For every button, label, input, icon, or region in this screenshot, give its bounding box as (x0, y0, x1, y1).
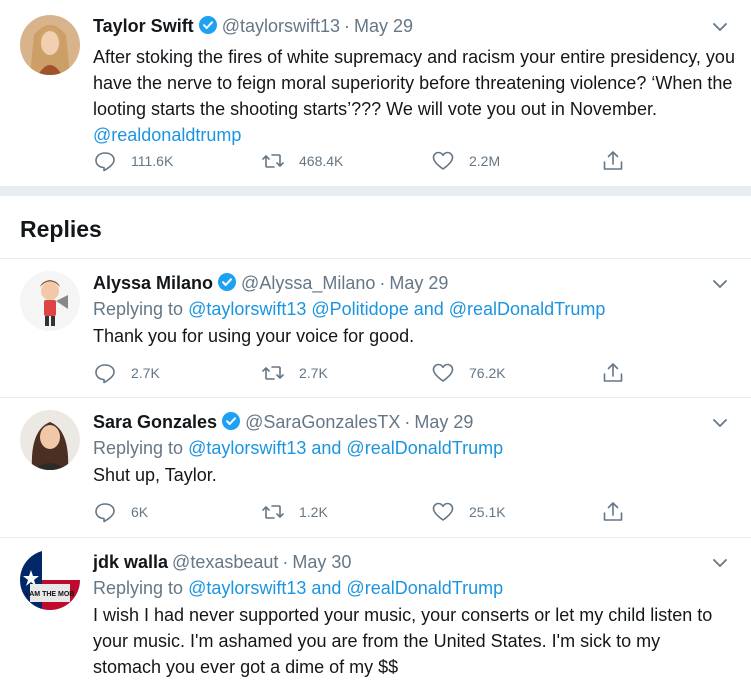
retweet-button[interactable]: 1.2K (261, 500, 328, 524)
section-divider (0, 186, 751, 196)
replying-to-mentions[interactable]: @taylorswift13 and @realDonaldTrump (188, 438, 503, 458)
tweet-header: jdk walla @texasbeaut · May 30 (93, 550, 351, 574)
replying-to: Replying to @taylorswift13 and @realDona… (93, 576, 503, 600)
tweet-actions: 6K 1.2K 25.1K (93, 500, 633, 524)
separator-dot: · (404, 412, 411, 432)
chevron-down-icon[interactable] (711, 414, 729, 432)
chevron-down-icon[interactable] (711, 18, 729, 36)
tweet-text: After stoking the fires of white suprema… (93, 44, 738, 148)
replying-to-label: Replying to (93, 578, 184, 598)
separator-dot: · (344, 16, 350, 36)
tweet-header: Sara Gonzales @SaraGonzalesTX · May 29 (93, 410, 473, 437)
reply-icon (95, 152, 115, 172)
author-name[interactable]: Taylor Swift (93, 16, 194, 36)
tweet-date[interactable]: May 29 (414, 412, 473, 432)
tweet-date[interactable]: May 29 (354, 16, 413, 36)
verified-badge-icon (198, 15, 218, 41)
verified-badge-icon (221, 411, 241, 437)
author-name[interactable]: jdk walla (93, 552, 168, 572)
avatar-label: I AM THE MOB (26, 591, 75, 598)
like-count: 76.2K (469, 365, 506, 381)
share-button[interactable] (601, 500, 639, 524)
share-icon (603, 502, 623, 521)
like-count: 25.1K (469, 504, 506, 520)
retweet-button[interactable]: 2.7K (261, 361, 328, 385)
tweet-header: Alyssa Milano @Alyssa_Milano · May 29 (93, 271, 448, 298)
replying-to: Replying to @taylorswift13 @Politidope a… (93, 297, 605, 321)
reply-count: 2.7K (131, 365, 160, 381)
tweet-actions: 2.7K 2.7K 76.2K (93, 361, 633, 385)
tweet-text: Shut up, Taylor. (93, 465, 217, 485)
retweet-count: 1.2K (299, 504, 328, 520)
retweet-icon (262, 154, 284, 168)
reply-count: 111.6K (131, 153, 174, 169)
replying-to-label: Replying to (93, 438, 184, 458)
verified-badge-icon (217, 272, 237, 298)
like-button[interactable]: 76.2K (431, 361, 506, 385)
author-handle[interactable]: @Alyssa_Milano (241, 273, 375, 293)
author-name[interactable]: Alyssa Milano (93, 273, 213, 293)
separator-dot: · (379, 273, 386, 293)
chevron-down-icon[interactable] (711, 554, 729, 572)
share-button[interactable] (601, 149, 639, 173)
heart-icon (432, 151, 454, 170)
replying-to-mentions[interactable]: @taylorswift13 and @realDonaldTrump (188, 578, 503, 598)
retweet-icon (262, 366, 284, 380)
avatar[interactable] (20, 410, 80, 470)
like-count: 2.2M (469, 153, 501, 169)
reply-button[interactable]: 111.6K (93, 149, 173, 173)
reply-tweet[interactable]: I AM THE MOB jdk walla @texasbeaut · May 30… (0, 538, 751, 677)
chevron-down-icon[interactable] (711, 275, 729, 293)
author-handle[interactable]: @SaraGonzalesTX (245, 412, 400, 432)
author-name[interactable]: Sara Gonzales (93, 412, 217, 432)
tweet-actions: 111.6K 468.4K 2.2M (93, 149, 633, 173)
replying-to: Replying to @taylorswift13 and @realDona… (93, 436, 503, 460)
reply-icon (95, 364, 115, 384)
like-button[interactable]: 2.2M (431, 149, 500, 173)
reply-button[interactable]: 2.7K (93, 361, 160, 385)
reply-tweet[interactable]: Alyssa Milano @Alyssa_Milano · May 29 Reply… (0, 258, 751, 398)
tweet-text-body: After stoking the fires of white suprema… (93, 47, 735, 119)
retweet-count: 2.7K (299, 365, 328, 381)
avatar[interactable] (20, 271, 80, 331)
tweet-date[interactable]: May 29 (389, 273, 448, 293)
mention-link[interactable]: @realdonaldtrump (93, 125, 241, 145)
retweet-icon (262, 505, 284, 519)
reply-count: 6K (131, 504, 149, 520)
author-handle[interactable]: @texasbeaut (172, 552, 278, 572)
reply-tweet[interactable]: Sara Gonzales @SaraGonzalesTX · May 29 Repl… (0, 398, 751, 538)
avatar[interactable]: I AM THE MOB (20, 550, 80, 610)
heart-icon (432, 363, 454, 382)
main-tweet[interactable]: Taylor Swift @taylorswift13 · May 29 After … (0, 0, 751, 186)
tweet-text: Thank you for using your voice for good. (93, 326, 415, 346)
share-button[interactable] (601, 361, 639, 385)
replying-to-mentions[interactable]: @taylorswift13 @Politidope and @realDona… (188, 299, 605, 319)
share-icon (603, 363, 623, 382)
reply-icon (95, 503, 115, 523)
tweet-header: Taylor Swift @taylorswift13 · May 29 (93, 14, 413, 41)
author-handle[interactable]: @taylorswift13 (222, 16, 340, 36)
reply-button[interactable]: 6K (93, 500, 148, 524)
retweet-button[interactable]: 468.4K (261, 149, 343, 173)
like-button[interactable]: 25.1K (431, 500, 506, 524)
replies-heading: Replies (20, 216, 102, 242)
avatar[interactable] (20, 15, 80, 75)
retweet-count: 468.4K (299, 153, 344, 169)
tweet-text: I wish I had never supported your music,… (93, 605, 713, 677)
heart-icon (432, 502, 454, 521)
tweet-date[interactable]: May 30 (292, 552, 351, 572)
separator-dot: · (282, 552, 289, 572)
replying-to-label: Replying to (93, 299, 184, 319)
share-icon (603, 151, 623, 170)
